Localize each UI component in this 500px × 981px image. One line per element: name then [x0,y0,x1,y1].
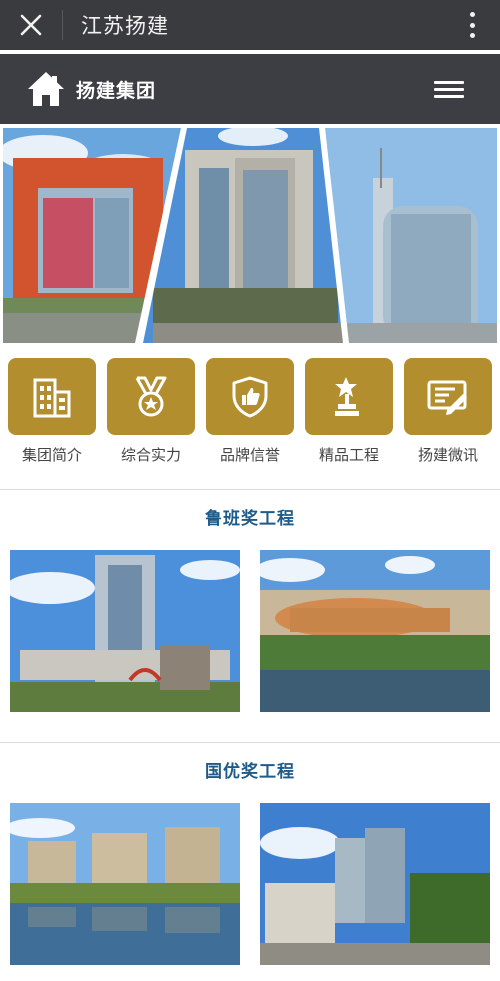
shield-thumbs-up-icon [232,376,268,417]
quick-nav: 集团简介 综合实力 品牌信誉 精品工程 扬建微讯 [0,358,500,470]
dot-icon [469,12,475,17]
quicknav-tile[interactable] [206,358,294,435]
quicknav-label: 扬建微讯 [417,446,478,464]
medal-icon [135,376,167,416]
quicknav-news[interactable]: 扬建微讯 [404,358,492,470]
quicknav-reputation[interactable]: 品牌信誉 [206,358,294,470]
menu-line [434,87,464,91]
home-icon[interactable] [26,69,66,109]
quicknav-tile[interactable] [305,358,393,435]
app-title: 江苏扬建 [81,14,169,38]
menu-line [434,94,464,98]
section-divider [0,489,500,490]
divider [62,10,63,40]
quicknav-projects[interactable]: 精品工程 [305,358,393,470]
quicknav-label: 精品工程 [318,446,379,464]
site-header: 扬建集团 [0,54,500,124]
hero-photo-3 [325,128,497,343]
project-photo[interactable] [260,803,490,965]
project-photo[interactable] [260,550,490,712]
close-icon [20,14,42,36]
project-photo[interactable] [10,550,240,712]
quicknav-label: 综合实力 [120,446,181,464]
project-photo[interactable] [10,803,240,965]
quicknav-strength[interactable]: 综合实力 [107,358,195,470]
menu-button[interactable] [434,76,464,102]
quicknav-label: 品牌信誉 [219,446,280,464]
section-divider [0,742,500,743]
quicknav-group-intro[interactable]: 集团简介 [8,358,96,470]
dot-icon [469,33,475,38]
close-button[interactable] [0,0,62,50]
buildings-icon [33,378,71,417]
more-options-button[interactable] [462,10,482,40]
top-bar: 江苏扬建 [0,0,500,50]
dot-icon [469,22,475,28]
trophy-icon [335,376,359,416]
quicknav-label: 集团简介 [21,446,82,464]
section-title-guoyou: 国优奖工程 [205,762,295,782]
quicknav-tile[interactable] [404,358,492,435]
news-pen-icon [427,380,467,415]
quicknav-tile[interactable] [107,358,195,435]
quicknav-tile[interactable] [8,358,96,435]
brand-name[interactable]: 扬建集团 [76,76,156,103]
menu-line [434,80,464,84]
hero-banner[interactable] [3,128,497,343]
section-title-luban: 鲁班奖工程 [205,509,295,529]
